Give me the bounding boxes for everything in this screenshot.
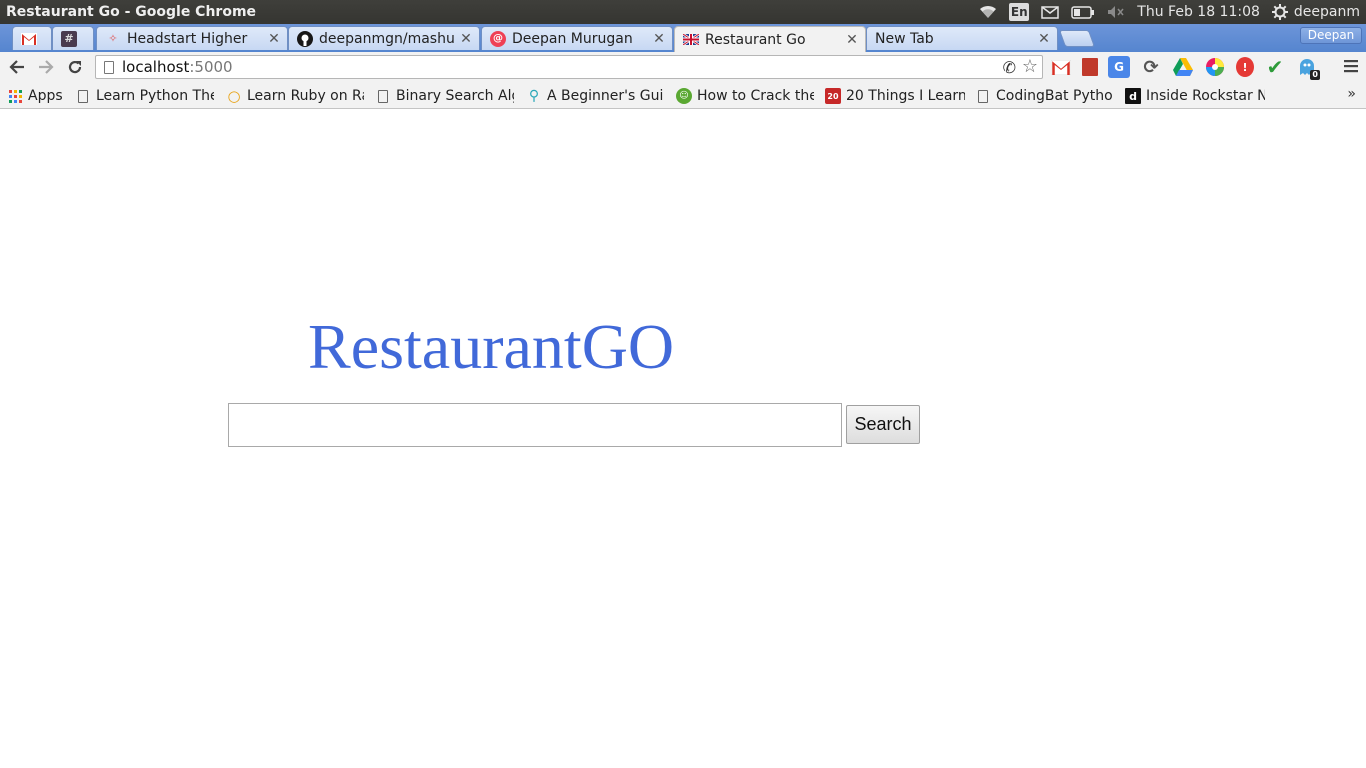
calendar-20-icon: 20 [825, 88, 841, 104]
close-icon[interactable]: ✕ [267, 31, 281, 47]
frog-icon: ☺ [676, 88, 692, 104]
bookmark-binary-search[interactable]: Binary Search Alg [378, 86, 514, 106]
reload-icon [68, 60, 82, 74]
search-button[interactable]: Search [846, 405, 920, 444]
bookmark-label: Binary Search Alg [396, 88, 514, 104]
close-icon[interactable]: ✕ [652, 31, 666, 47]
page-icon [78, 89, 88, 103]
chrome-menu-button[interactable] [1344, 57, 1358, 78]
tab-title: Deepan Murugan [512, 30, 633, 47]
hamburger-menu-icon [1344, 60, 1358, 73]
bookmark-ext-icon[interactable] [1082, 58, 1098, 76]
tab-headstart[interactable]: ✧ Headstart Higher ✕ [96, 26, 288, 50]
page-icon [104, 60, 114, 74]
translate-ext-icon[interactable]: G [1108, 56, 1130, 78]
rockstar-icon: d [1125, 88, 1141, 104]
bookmark-label: CodingBat Pytho [996, 88, 1113, 104]
bookmark-20-things[interactable]: 20 20 Things I Learn [825, 86, 965, 106]
bookmark-label: How to Crack the [697, 88, 814, 104]
bookmark-label: Apps [28, 88, 63, 104]
pocket-icon: @ [490, 30, 506, 47]
uk-flag-icon [683, 32, 699, 48]
browser-toolbar: localhost:5000 ✆ ☆ G ⟳ ! ✔ 0 [0, 52, 1366, 82]
volume-muted-icon[interactable] [1107, 0, 1125, 24]
adblock-ext-icon[interactable]: ! [1236, 57, 1254, 77]
github-icon [297, 30, 313, 47]
mail-icon[interactable] [1041, 0, 1060, 24]
reload-button[interactable] [64, 56, 86, 78]
drive-ext-icon[interactable] [1172, 56, 1194, 78]
bookmark-label: A Beginner's Guic [547, 88, 664, 104]
hash-icon: # [61, 30, 77, 47]
tab-title: New Tab [875, 30, 934, 47]
bookmark-learn-ruby[interactable]: ○ Learn Ruby on Ra [226, 86, 364, 106]
star-icon[interactable]: ☆ [1022, 56, 1038, 77]
bookmark-inside-rockstar[interactable]: d Inside Rockstar N [1125, 86, 1265, 106]
gmail-ext-icon[interactable] [1050, 56, 1072, 78]
page-icon [978, 89, 988, 103]
tab-new-tab[interactable]: New Tab ✕ [866, 26, 1058, 50]
back-button[interactable] [6, 56, 28, 78]
guide-icon: ⚲ [528, 88, 540, 104]
tab-title: deepanmgn/mashup [319, 30, 455, 47]
bookmark-label: Learn Python The [96, 88, 214, 104]
tab-gmail[interactable] [12, 26, 52, 50]
bookmarks-bar: Apps Learn Python The ○ Learn Ruby on Ra… [0, 82, 1366, 109]
phone-icon[interactable]: ✆ [1003, 58, 1016, 77]
close-icon[interactable]: ✕ [1037, 31, 1051, 47]
url-host: localhost [122, 58, 190, 76]
clock[interactable]: Thu Feb 18 11:08 [1137, 0, 1260, 24]
battery-icon[interactable] [1071, 0, 1095, 24]
power-gear-icon[interactable] [1271, 0, 1288, 24]
forward-button[interactable] [35, 56, 57, 78]
bookmark-learn-python[interactable]: Learn Python The [78, 86, 214, 106]
close-icon[interactable]: ✕ [459, 31, 473, 47]
bookmark-apps[interactable]: Apps [7, 86, 63, 106]
search-input[interactable] [228, 403, 842, 447]
bookmark-label: Inside Rockstar N [1146, 88, 1265, 104]
headstart-icon: ✧ [108, 32, 118, 45]
checkmark-ext-icon[interactable]: ✔ [1264, 55, 1286, 79]
new-tab-button[interactable] [1058, 30, 1096, 47]
apps-grid-icon [7, 88, 23, 104]
sync-ext-icon[interactable]: ⟳ [1140, 56, 1162, 78]
wifi-icon[interactable] [979, 0, 997, 24]
bookmark-beginners-guide[interactable]: ⚲ A Beginner's Guic [526, 86, 664, 106]
system-tray: En Thu Feb 18 11:08 deepanm [967, 0, 1360, 24]
page-icon [378, 89, 388, 103]
tab-hash[interactable]: # [52, 26, 94, 50]
address-bar[interactable]: localhost:5000 ✆ ☆ [95, 55, 1043, 79]
bookmark-how-to-crack[interactable]: ☺ How to Crack the [676, 86, 814, 106]
bookmark-label: Learn Ruby on Ra [247, 88, 364, 104]
back-arrow-icon [9, 60, 24, 74]
site-logo: RestaurantGO [308, 311, 675, 382]
os-top-panel: Restaurant Go - Google Chrome En Thu Feb… [0, 0, 1366, 24]
bookmark-label: 20 Things I Learn [846, 88, 965, 104]
user-menu[interactable]: deepanm [1294, 0, 1360, 24]
bookmarks-overflow-button[interactable]: » [1347, 86, 1356, 102]
extension-badge: 0 [1310, 70, 1320, 80]
gmail-icon [21, 31, 37, 47]
ruby-icon: ○ [227, 87, 241, 105]
tab-pocket[interactable]: @ Deepan Murugan ✕ [481, 26, 673, 50]
forward-arrow-icon [39, 60, 54, 74]
tab-strip: # ✧ Headstart Higher ✕ deepanmgn/mashup … [0, 24, 1366, 52]
extensions-row: G ⟳ ! ✔ 0 [1050, 55, 1320, 80]
window-title: Restaurant Go - Google Chrome [6, 4, 257, 20]
tab-title: Restaurant Go [705, 31, 806, 48]
color-wheel-ext-icon[interactable] [1204, 56, 1226, 78]
page-content: RestaurantGO Search [0, 110, 1366, 768]
profile-button[interactable]: Deepan [1300, 27, 1362, 44]
ghostery-ext-icon[interactable]: 0 [1296, 56, 1320, 80]
close-icon[interactable]: ✕ [845, 32, 859, 48]
tab-title: Headstart Higher [127, 30, 248, 47]
tab-restaurant-go[interactable]: Restaurant Go ✕ [674, 26, 866, 52]
url-port: :5000 [189, 58, 233, 76]
keyboard-lang-indicator[interactable]: En [1009, 3, 1030, 21]
bookmark-codingbat[interactable]: CodingBat Pytho [978, 86, 1114, 106]
tab-github[interactable]: deepanmgn/mashup ✕ [288, 26, 480, 50]
